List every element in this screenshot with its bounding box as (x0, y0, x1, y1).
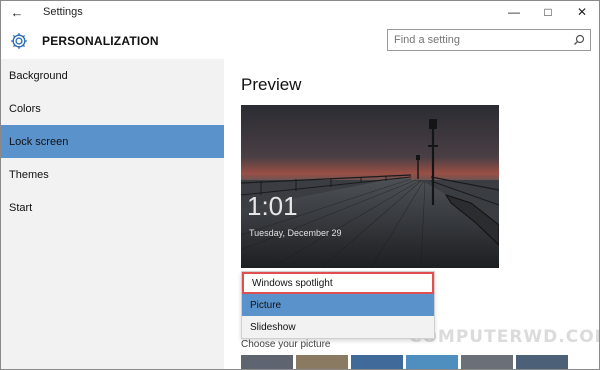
maximize-icon[interactable]: □ (531, 1, 565, 23)
pier-image (241, 105, 499, 268)
background-type-dropdown[interactable]: Windows spotlight Picture Slideshow (241, 271, 435, 339)
sidebar-item-label: Background (9, 69, 68, 82)
dropdown-option-picture[interactable]: Picture (242, 294, 434, 316)
preview-title: Preview (241, 75, 302, 94)
thumbnail[interactable] (351, 355, 403, 369)
section-title: PERSONALIZATION (42, 34, 159, 48)
sidebar-item-lock-screen[interactable]: Lock screen (1, 125, 224, 158)
dropdown-option-label: Picture (250, 299, 282, 311)
thumbnail[interactable] (461, 355, 513, 369)
search-input[interactable] (388, 30, 568, 50)
dropdown-option-label: Slideshow (250, 321, 296, 333)
back-arrow-icon[interactable]: ← (1, 1, 33, 23)
sidebar-item-label: Start (9, 201, 33, 214)
thumbnail[interactable] (296, 355, 348, 369)
minimize-icon[interactable]: — (497, 1, 531, 23)
settings-window: ← Settings — □ ✕ PERSONALIZATION Backgr (0, 0, 600, 370)
gear-icon (11, 33, 27, 49)
settings-header: PERSONALIZATION (1, 23, 599, 59)
search-box[interactable] (387, 29, 591, 51)
dropdown-option-windows-spotlight[interactable]: Windows spotlight (242, 272, 434, 294)
search-icon[interactable] (573, 34, 585, 46)
lock-screen-preview: 1:01 Tuesday, December 29 (241, 105, 499, 268)
watermark: COMPUTERWD.COM (409, 327, 600, 347)
thumbnail[interactable] (241, 355, 293, 369)
sidebar-item-label: Colors (9, 102, 41, 115)
title-bar: ← Settings — □ ✕ (1, 1, 599, 23)
choose-picture-label: Choose your picture (241, 339, 331, 350)
dropdown-option-slideshow[interactable]: Slideshow (242, 316, 434, 338)
lock-time: 1:01 (247, 191, 298, 221)
thumbnail[interactable] (406, 355, 458, 369)
window-title: Settings (43, 6, 83, 18)
close-icon[interactable]: ✕ (565, 1, 599, 23)
thumbnail[interactable] (516, 355, 568, 369)
window-controls: — □ ✕ (497, 1, 599, 23)
sidebar-item-label: Themes (9, 168, 49, 181)
sidebar: Background Colors Lock screen Themes Sta… (1, 59, 224, 369)
dropdown-option-label: Windows spotlight (252, 277, 333, 289)
sidebar-item-start[interactable]: Start (1, 191, 224, 224)
sidebar-item-colors[interactable]: Colors (1, 92, 224, 125)
sidebar-item-themes[interactable]: Themes (1, 158, 224, 191)
sidebar-item-label: Lock screen (9, 135, 69, 148)
picture-thumbnails (241, 355, 568, 369)
lock-date: Tuesday, December 29 (249, 228, 342, 238)
sidebar-item-background[interactable]: Background (1, 59, 224, 92)
main-content: Preview 1:01 Tuesday, December 29 Choose… (224, 59, 600, 369)
